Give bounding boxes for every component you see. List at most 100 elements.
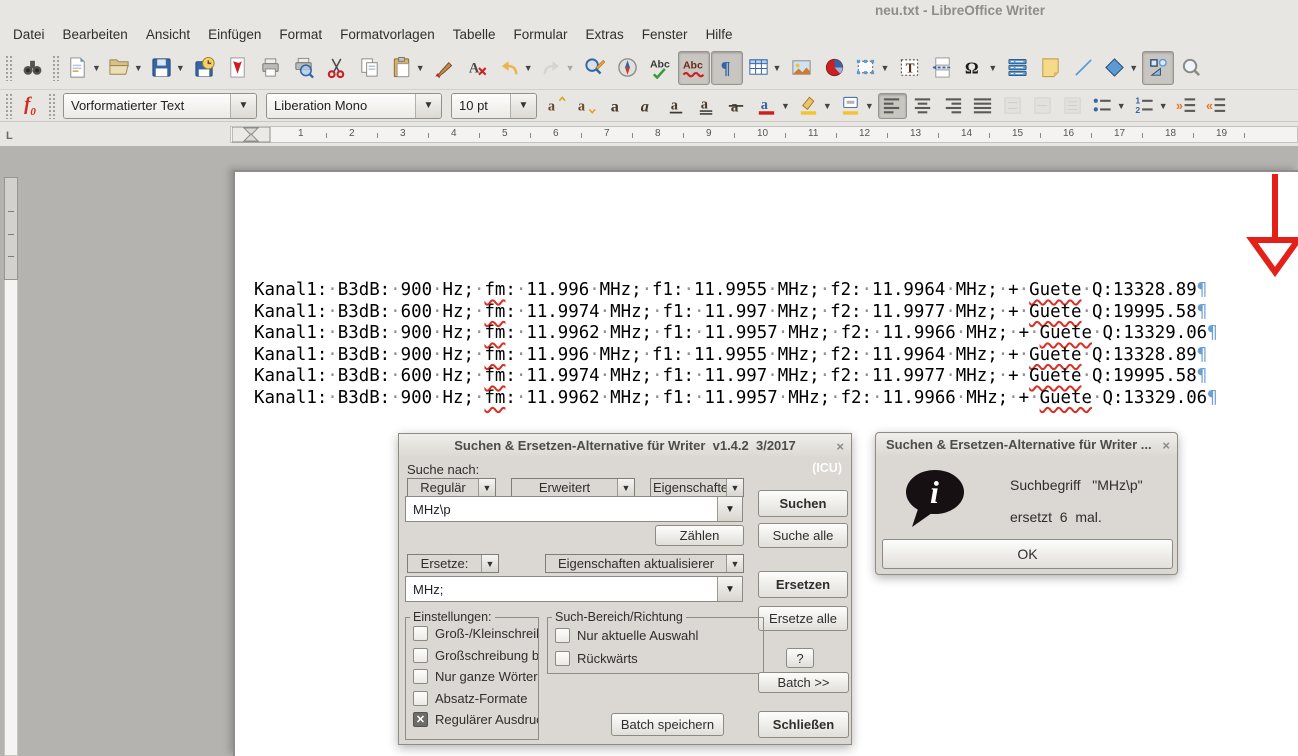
find-dialog-close-icon[interactable]: × bbox=[836, 439, 844, 455]
align-right-button[interactable] bbox=[938, 93, 967, 119]
toolbar-grip[interactable] bbox=[5, 55, 12, 81]
checkbox-absatz-formate[interactable] bbox=[413, 691, 428, 706]
toolbar-grip[interactable] bbox=[5, 93, 12, 119]
paragraph-style-input[interactable] bbox=[64, 94, 230, 118]
chevron-down-icon[interactable]: ▼ bbox=[416, 63, 425, 73]
decrease-indent-button[interactable]: « bbox=[1202, 93, 1231, 119]
chevron-down-icon[interactable]: ▼ bbox=[176, 63, 185, 73]
batch-save-button[interactable]: Batch speichern bbox=[611, 713, 724, 736]
show-draw-functions-button[interactable] bbox=[1142, 51, 1174, 85]
menu-format[interactable]: Format bbox=[270, 24, 331, 45]
navigator-button[interactable] bbox=[612, 51, 644, 85]
chevron-down-icon[interactable]: ▼ bbox=[773, 63, 782, 73]
menu-ansicht[interactable]: Ansicht bbox=[137, 24, 199, 45]
extended-dropdown[interactable]: Erweitert ▼ bbox=[511, 478, 635, 497]
info-dialog-close-icon[interactable]: × bbox=[1162, 438, 1170, 454]
help-button[interactable]: ? bbox=[786, 648, 814, 668]
align-left-button[interactable] bbox=[878, 93, 907, 119]
replace-button[interactable]: Ersetzen bbox=[758, 571, 848, 598]
font-color-button[interactable]: a▼ bbox=[752, 93, 793, 119]
italic-button[interactable]: a bbox=[632, 93, 661, 119]
paste-button[interactable]: ▼ bbox=[387, 51, 428, 85]
insert-field-button[interactable] bbox=[1001, 51, 1033, 85]
update-properties-dropdown[interactable]: Eigenschaften aktualisierer ▼ bbox=[545, 554, 744, 573]
save-button[interactable]: ▼ bbox=[147, 51, 188, 85]
menu-fenster[interactable]: Fenster bbox=[633, 24, 697, 45]
spacing-2-button[interactable] bbox=[1028, 93, 1057, 119]
menu-datei[interactable]: Datei bbox=[4, 24, 54, 45]
paragraph-style-dropdown-icon[interactable]: ▼ bbox=[230, 94, 256, 118]
chevron-down-icon[interactable]: ▼ bbox=[566, 63, 575, 73]
chevron-down-icon[interactable]: ▼ bbox=[92, 63, 101, 73]
insert-table-button[interactable]: ▼ bbox=[744, 51, 785, 85]
search-button[interactable]: Suchen bbox=[758, 490, 848, 517]
new-document-button[interactable]: ▼ bbox=[63, 51, 104, 85]
checkbox-nur-aktuelle-auswahl[interactable] bbox=[555, 628, 570, 643]
chevron-down-icon[interactable]: ▼ bbox=[478, 479, 495, 496]
chevron-down-icon[interactable]: ▼ bbox=[1117, 101, 1126, 111]
toolbar-grip[interactable] bbox=[52, 55, 59, 81]
menu-tabelle[interactable]: Tabelle bbox=[444, 24, 505, 45]
chevron-down-icon[interactable]: ▼ bbox=[481, 555, 498, 572]
spacing-3-button[interactable] bbox=[1058, 93, 1087, 119]
font-size-input[interactable] bbox=[452, 94, 510, 118]
replace-history-dropdown-icon[interactable]: ▼ bbox=[717, 577, 742, 601]
insert-text-box-button[interactable]: T bbox=[893, 51, 925, 85]
replace-all-button[interactable]: Ersetze alle bbox=[758, 606, 848, 631]
subscript-button[interactable]: a bbox=[572, 93, 601, 119]
search-history-dropdown-icon[interactable]: ▼ bbox=[717, 497, 742, 521]
align-center-button[interactable] bbox=[908, 93, 937, 119]
double-underline-button[interactable]: a bbox=[692, 93, 721, 119]
clear-formatting-button[interactable]: A bbox=[462, 51, 494, 85]
cut-button[interactable] bbox=[321, 51, 353, 85]
indent-marker-icon[interactable] bbox=[232, 127, 272, 143]
insert-chart-button[interactable] bbox=[818, 51, 850, 85]
align-justified-button[interactable] bbox=[968, 93, 997, 119]
find-toolbar-button[interactable] bbox=[16, 51, 48, 85]
checkbox-rückwärts[interactable] bbox=[555, 651, 570, 666]
properties-dropdown[interactable]: Eigenschaften ▼ bbox=[650, 478, 744, 497]
checkbox-großschreibung-beib[interactable] bbox=[413, 648, 428, 663]
spelling-button[interactable]: Abc bbox=[645, 51, 677, 85]
export-pdf-button[interactable] bbox=[222, 51, 254, 85]
insert-page-break-button[interactable] bbox=[926, 51, 958, 85]
vertical-ruler[interactable] bbox=[4, 177, 18, 280]
highlighting-fo-button[interactable]: f0 bbox=[16, 93, 44, 119]
zoom-button[interactable] bbox=[1175, 51, 1207, 85]
strikethrough-button[interactable]: a bbox=[722, 93, 751, 119]
font-size-dropdown-icon[interactable]: ▼ bbox=[510, 94, 536, 118]
bold-button[interactable]: a bbox=[602, 93, 631, 119]
spacing-1-button[interactable] bbox=[998, 93, 1027, 119]
search-all-button[interactable]: Suche alle bbox=[758, 523, 848, 548]
count-button[interactable]: Zählen bbox=[655, 525, 744, 546]
checkbox-nur-ganze-wörter[interactable] bbox=[413, 669, 428, 684]
menu-hilfe[interactable]: Hilfe bbox=[697, 24, 742, 45]
checkbox-regulärer-ausdruck[interactable]: ✕ bbox=[413, 712, 428, 727]
find-and-replace-button[interactable] bbox=[579, 51, 611, 85]
clone-formatting-button[interactable] bbox=[429, 51, 461, 85]
open-button[interactable]: ▼ bbox=[105, 51, 146, 85]
toolbar-grip[interactable] bbox=[48, 93, 55, 119]
search-input[interactable] bbox=[406, 497, 717, 521]
ok-button[interactable]: OK bbox=[882, 539, 1173, 569]
underline-button[interactable]: a bbox=[662, 93, 691, 119]
chevron-down-icon[interactable]: ▼ bbox=[134, 63, 143, 73]
menu-einfgen[interactable]: Einfügen bbox=[199, 24, 270, 45]
bullet-list-button[interactable]: ▼ bbox=[1088, 93, 1129, 119]
horizontal-ruler[interactable]: 12345678910111213141516171819 bbox=[230, 126, 1298, 143]
print-preview-button[interactable] bbox=[288, 51, 320, 85]
save-version-button[interactable] bbox=[189, 51, 221, 85]
special-character-button[interactable]: Ω▼ bbox=[959, 51, 1000, 85]
insert-comment-button[interactable] bbox=[1034, 51, 1066, 85]
chevron-down-icon[interactable]: ▼ bbox=[524, 63, 533, 73]
menu-formular[interactable]: Formular bbox=[505, 24, 577, 45]
insert-frame-button[interactable]: ▼ bbox=[851, 51, 892, 85]
increase-indent-button[interactable]: » bbox=[1172, 93, 1201, 119]
chevron-down-icon[interactable]: ▼ bbox=[1159, 101, 1168, 111]
chevron-down-icon[interactable]: ▼ bbox=[781, 101, 790, 111]
formatting-marks-button[interactable]: ¶ bbox=[711, 51, 743, 85]
chevron-down-icon[interactable]: ▼ bbox=[617, 479, 634, 496]
copy-button[interactable] bbox=[354, 51, 386, 85]
regular-dropdown[interactable]: Regulär ▼ bbox=[407, 478, 496, 497]
replace-dropdown[interactable]: Ersetze: ▼ bbox=[407, 554, 499, 573]
